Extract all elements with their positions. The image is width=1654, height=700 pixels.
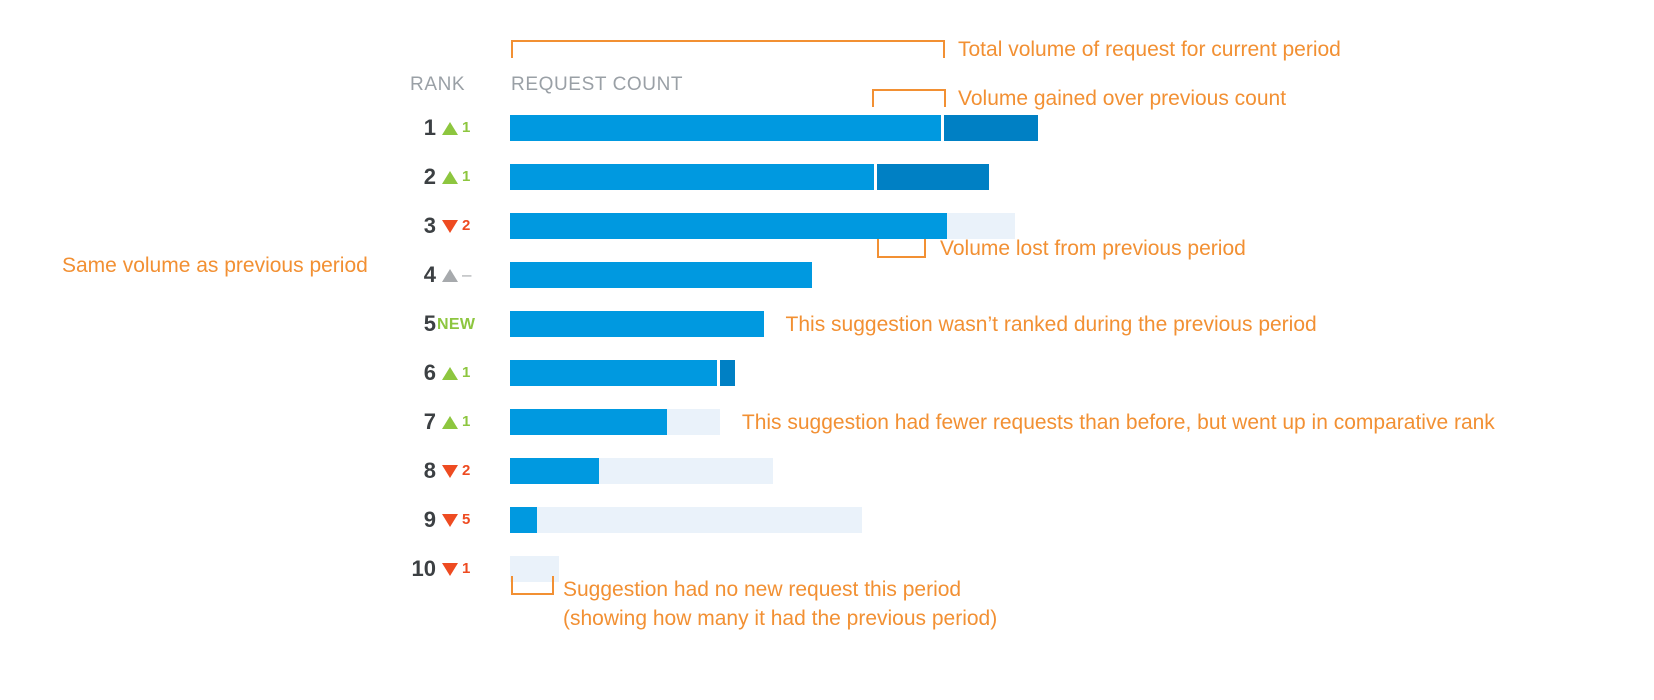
rank-delta: 2	[442, 215, 470, 237]
row-annotation: This suggestion wasn’t ranked during the…	[785, 313, 1317, 336]
table-row: 21	[0, 154, 1654, 203]
bar-segment-current	[510, 507, 537, 533]
bar-segment-gained	[720, 360, 735, 386]
rank-delta: 1	[442, 117, 470, 139]
table-row: 95	[0, 497, 1654, 546]
total-volume-annotation: Total volume of request for current peri…	[958, 38, 1341, 61]
rank-delta: 5	[442, 509, 470, 531]
table-row: 11	[0, 105, 1654, 154]
triangle-down-icon	[442, 464, 458, 478]
rank-delta-value: –	[462, 265, 472, 284]
rank-delta-value: 1	[462, 364, 471, 381]
rank-number: 2	[423, 164, 436, 189]
triangle-up-icon	[442, 170, 458, 184]
rank-delta-value: 2	[462, 462, 471, 479]
volume-lost-annotation: Volume lost from previous period	[940, 237, 1246, 260]
rank-number: 9	[423, 507, 436, 532]
rank-new-badge: NEW	[437, 316, 476, 333]
rank-number: 5	[423, 311, 436, 336]
no-new-request-line-1: Suggestion had no new request this perio…	[563, 578, 962, 601]
rank-number: 10	[411, 556, 436, 581]
no-new-request-bracket	[511, 576, 554, 595]
bar-segment-current	[510, 311, 764, 337]
rank-number: 6	[423, 360, 436, 385]
rank-number: 3	[423, 213, 436, 238]
bar-segment-current	[510, 164, 874, 190]
rank-delta-value: 5	[462, 511, 471, 528]
table-row: 32	[0, 203, 1654, 252]
request-count-bar	[510, 311, 764, 337]
rank-delta: 1	[442, 558, 470, 580]
same-volume-annotation: Same volume as previous period	[62, 254, 368, 277]
row-annotation: This suggestion had fewer requests than …	[741, 411, 1495, 434]
bar-segment-current	[510, 213, 947, 239]
bar-segment-lost	[666, 409, 720, 435]
rank-delta-value: 1	[462, 168, 471, 185]
request-count-bar	[510, 507, 862, 533]
request-count-bar	[510, 262, 813, 288]
request-count-bar	[510, 213, 1015, 239]
triangle-up-icon	[442, 366, 458, 380]
column-header-rank: RANK	[410, 74, 466, 95]
triangle-up-icon	[442, 415, 458, 429]
rank-delta: 2	[442, 460, 470, 482]
table-row: 7 1 This suggestion had fewer requests tha…	[0, 399, 1654, 448]
request-count-bar	[510, 164, 989, 190]
bar-segment-current	[510, 115, 941, 141]
triangle-down-icon	[442, 219, 458, 233]
table-row: 82	[0, 448, 1654, 497]
request-count-bar	[510, 409, 720, 435]
total-volume-bracket	[511, 40, 945, 58]
column-header-request-count: REQUEST COUNT	[511, 74, 684, 95]
rank-delta-value: 1	[462, 119, 471, 136]
bar-segment-lost	[536, 507, 862, 533]
triangle-down-icon	[442, 562, 458, 576]
rank-delta: 1	[442, 362, 470, 384]
bar-segment-gained	[876, 164, 989, 190]
triangle-up-icon	[442, 121, 458, 135]
rank-delta: 1	[442, 411, 470, 433]
rank-delta-value: 1	[462, 560, 471, 577]
no-new-request-line-2: (showing how many it had the previous pe…	[563, 607, 998, 630]
table-row: 61	[0, 350, 1654, 399]
bar-segment-current	[510, 458, 599, 484]
bar-segment-current	[510, 360, 718, 386]
rank-number: 7	[423, 409, 436, 434]
request-count-bar	[510, 115, 1039, 141]
rank-number: 8	[423, 458, 436, 483]
bar-segment-current	[510, 262, 813, 288]
rank-number: 1	[423, 115, 436, 140]
bar-segment-current	[510, 409, 667, 435]
rank-delta-value: 2	[462, 217, 471, 234]
infographic-canvas: Total volume of request for current peri…	[0, 0, 1654, 700]
request-count-bar	[510, 360, 735, 386]
no-new-request-annotation: Suggestion had no new request this perio…	[563, 575, 997, 633]
triangle-flat-icon	[442, 268, 458, 282]
volume-lost-bracket	[877, 239, 926, 258]
rank-delta-value: 1	[462, 413, 471, 430]
rank-number: 4	[423, 262, 436, 287]
bar-segment-gained	[943, 115, 1039, 141]
request-count-bar	[510, 458, 774, 484]
rank-delta: 1	[442, 166, 470, 188]
rank-delta: –	[442, 264, 471, 286]
triangle-down-icon	[442, 513, 458, 527]
table-row: 5 NEW This suggestion wasn’t ranked during…	[0, 301, 1654, 350]
bar-segment-lost	[598, 458, 774, 484]
